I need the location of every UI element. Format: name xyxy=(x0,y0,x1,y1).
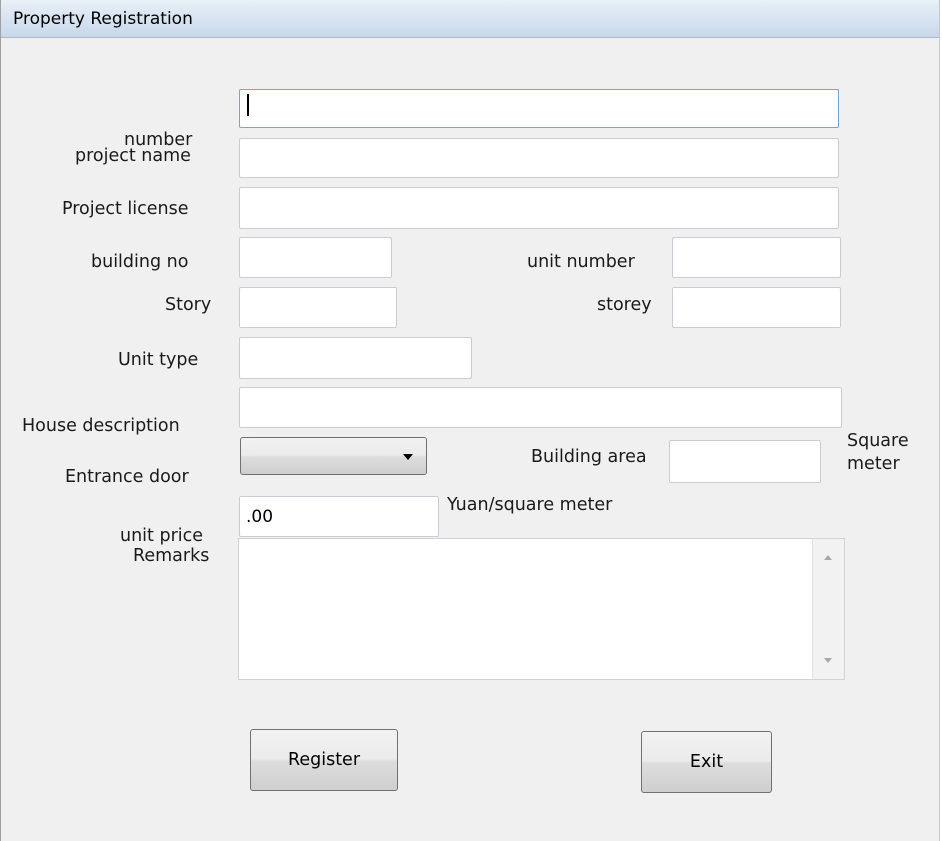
story-label: Story xyxy=(165,295,212,315)
storey-label: storey xyxy=(597,295,652,315)
entrance-door-label: Entrance door xyxy=(65,467,189,487)
house-description-label: House description xyxy=(22,416,180,436)
title-bar: Property Registration xyxy=(1,0,939,38)
unit-type-input[interactable] xyxy=(239,337,472,379)
building-area-unit-line1: Square xyxy=(847,431,909,451)
building-area-input[interactable] xyxy=(669,440,821,483)
remarks-scrollbar[interactable] xyxy=(812,539,844,679)
building-area-label: Building area xyxy=(531,447,647,467)
scroll-down-icon[interactable] xyxy=(824,658,832,663)
unit-number-input[interactable] xyxy=(672,237,841,278)
chevron-down-icon[interactable] xyxy=(403,454,413,460)
entrance-door-dropdown[interactable] xyxy=(240,437,427,475)
unit-price-unit: Yuan/square meter xyxy=(447,495,613,515)
storey-input[interactable] xyxy=(672,287,841,328)
unit-price-input[interactable] xyxy=(239,496,439,537)
text-caret xyxy=(247,94,249,116)
remarks-label: Remarks xyxy=(133,546,210,566)
unit-number-label: unit number xyxy=(527,252,635,272)
register-button[interactable]: Register xyxy=(250,729,398,791)
building-area-unit-line2: meter xyxy=(847,454,900,474)
house-description-input[interactable] xyxy=(239,387,842,428)
remarks-textarea[interactable] xyxy=(239,539,809,679)
project-license-label: Project license xyxy=(62,199,189,219)
project-name-label: project name xyxy=(75,146,191,166)
project-name-input[interactable] xyxy=(239,138,839,178)
number-input[interactable] xyxy=(239,89,839,128)
unit-price-label: unit price xyxy=(120,526,204,546)
remarks-memo xyxy=(238,538,845,680)
scroll-up-icon[interactable] xyxy=(824,555,832,560)
unit-type-label: Unit type xyxy=(118,350,199,370)
project-license-input[interactable] xyxy=(239,187,839,229)
property-registration-window: Property Registration number project nam… xyxy=(0,0,940,841)
story-input[interactable] xyxy=(239,287,397,328)
window-title: Property Registration xyxy=(13,9,193,29)
exit-button[interactable]: Exit xyxy=(641,731,772,793)
building-no-label: building no xyxy=(91,252,189,272)
building-no-input[interactable] xyxy=(239,237,392,278)
